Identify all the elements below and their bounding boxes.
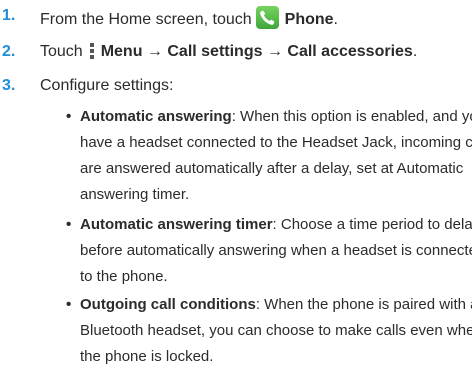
step-number: 3. xyxy=(2,77,16,94)
bullet-line: are answered automatically after a delay… xyxy=(80,160,464,177)
step-number: 2. xyxy=(2,43,16,60)
phone-label: Phone xyxy=(284,11,334,28)
step-suffix: . xyxy=(412,43,418,60)
bullet-line: to the phone. xyxy=(80,268,168,285)
bullet-line: before automatically answering when a he… xyxy=(80,242,472,259)
phone-app-icon xyxy=(255,6,279,29)
bullet-title: Automatic answering xyxy=(80,108,232,125)
bullet-dot: • xyxy=(66,108,72,125)
bullet-dot: • xyxy=(66,216,72,233)
bullet-line: the phone is locked. xyxy=(80,348,214,365)
step-text: From the Home screen, touch Phone. xyxy=(40,6,338,30)
step-suffix: . xyxy=(333,11,338,28)
bullet-line: : Choose a time period to delay xyxy=(272,216,472,233)
bullet-text: Automatic answering: When this option is… xyxy=(80,104,472,208)
menu-icon xyxy=(89,42,95,59)
step-prefix: Touch xyxy=(40,43,83,60)
step-text: Touch Menu → Call settings → Call accesso… xyxy=(40,42,417,62)
bullet-automatic-answering-timer: • Automatic answering timer: Choose a ti… xyxy=(66,212,472,290)
bullet-automatic-answering: • Automatic answering: When this option … xyxy=(66,104,472,208)
bullet-text: Outgoing call conditions: When the phone… xyxy=(80,292,472,370)
bullet-text: Automatic answering timer: Choose a time… xyxy=(80,212,472,290)
step-number: 1. xyxy=(2,7,16,24)
bullet-line: : When this option is enabled, and you xyxy=(231,108,472,125)
bullet-line: have a headset connected to the Headset … xyxy=(80,134,472,151)
bullet-line: : When the phone is paired with a xyxy=(255,296,472,313)
menu-path: Menu → Call settings → Call accessories xyxy=(100,43,413,60)
bullet-line: answering timer. xyxy=(80,186,190,203)
step-text: Configure settings: xyxy=(40,77,174,94)
bullet-line: Bluetooth headset, you can choose to mak… xyxy=(80,322,472,339)
bullet-dot: • xyxy=(66,296,72,313)
bullet-title: Automatic answering timer xyxy=(80,216,273,233)
step-prefix: From the Home screen, touch xyxy=(40,11,252,28)
bullet-outgoing-call-conditions: • Outgoing call conditions: When the pho… xyxy=(66,292,472,370)
bullet-title: Outgoing call conditions xyxy=(80,296,256,313)
